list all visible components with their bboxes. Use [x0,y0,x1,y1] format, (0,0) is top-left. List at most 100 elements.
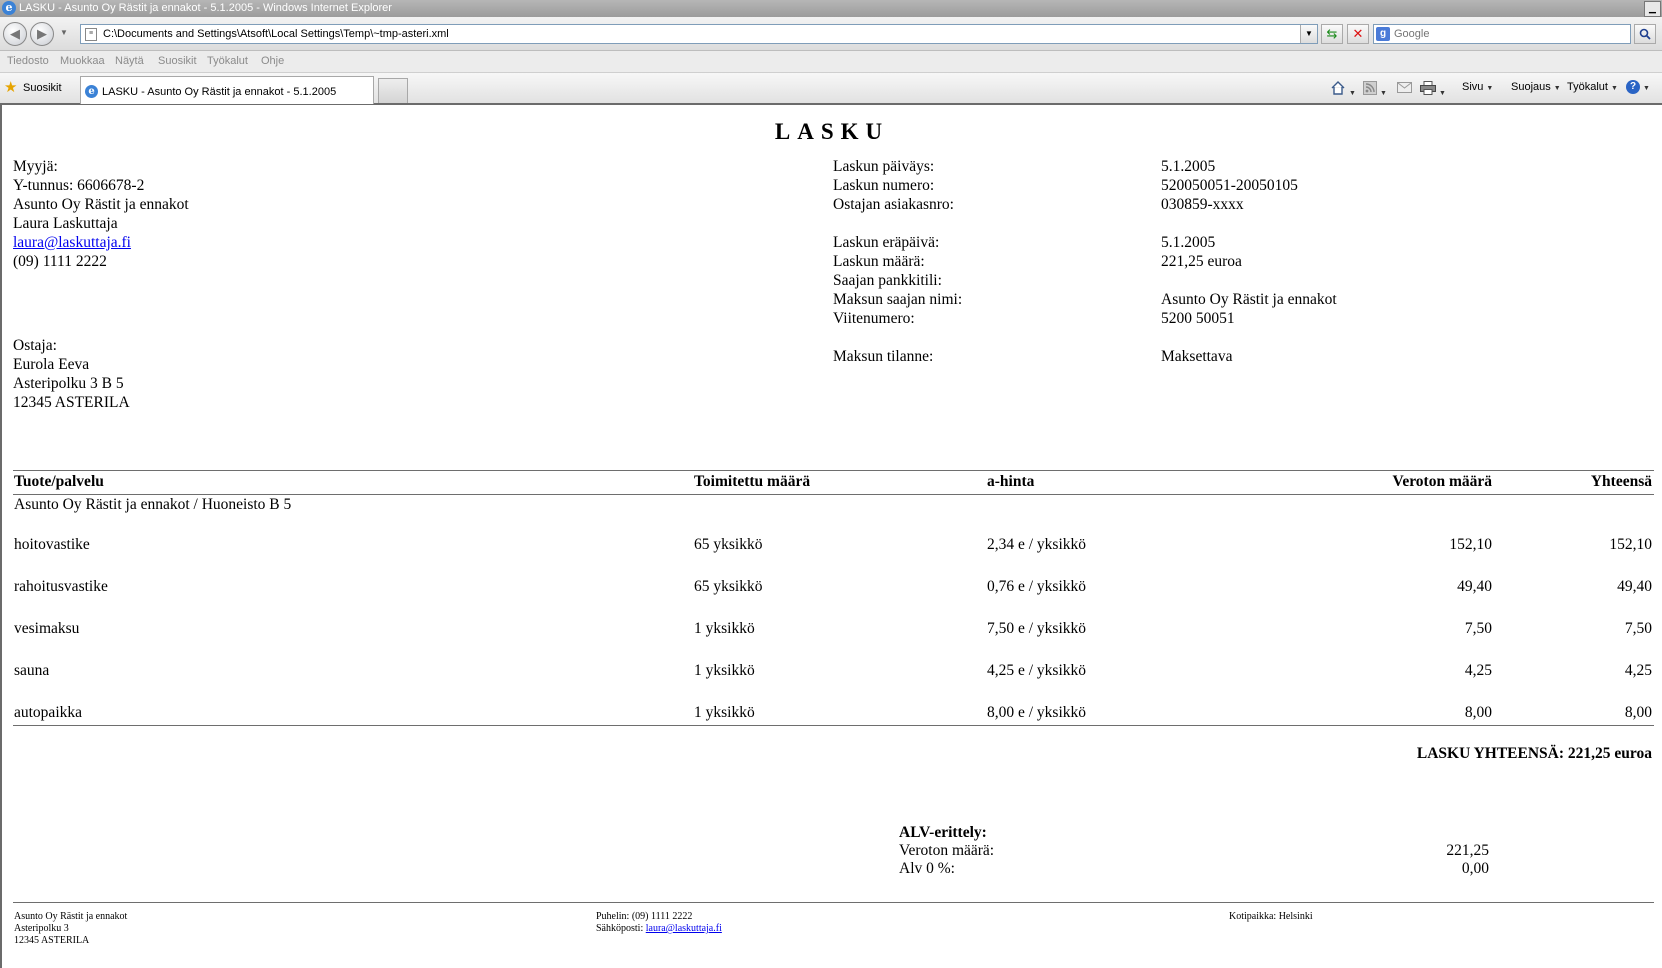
invoice-details-labels: Laskun päiväys: Laskun numero: Ostajan a… [833,157,962,366]
detail-label-status: Maksun tilanne: [833,348,934,365]
row-total: 4,25 [1624,662,1652,679]
help-dropdown-icon: ▼ [1643,84,1650,92]
col-header-product: Tuote/palvelu [14,473,104,490]
row-total: 7,50 [1624,620,1652,637]
help-button[interactable]: ? ▼ [1626,80,1650,94]
detail-value-bank-account [1161,271,1337,290]
home-dropdown-icon[interactable]: ▼ [1349,90,1356,97]
seller-company: Asunto Oy Rästit ja ennakot [13,196,189,213]
invoice-title: LASKU [774,119,890,144]
vat-net-label: Veroton määrä: [899,842,995,859]
detail-label-customer-no: Ostajan asiakasnro: [833,196,954,213]
menu-help[interactable]: Ohje [261,55,284,67]
seller-phone: (09) 1111 2222 [13,253,107,270]
url-field[interactable]: ≡ C:\Documents and Settings\Atsoft\Local… [80,24,1318,44]
detail-label-reference: Viitenumero: [833,310,915,327]
refresh-button[interactable]: ⇆ [1321,24,1343,44]
history-dropdown-icon[interactable]: ▼ [60,28,68,37]
detail-value-number: 520050051-20050105 [1161,177,1298,194]
printer-icon [1420,81,1436,95]
detail-label-amount: Laskun määrä: [833,253,925,270]
detail-value-amount: 221,25 euroa [1161,253,1242,270]
menu-edit[interactable]: Muokkaa [60,55,105,67]
footer-email-label: Sähköposti: [596,923,644,934]
favorites-bar: ★ Suosikit e LASKU - Asunto Oy Rästit ja… [0,73,1662,105]
footer-email-link[interactable]: laura@laskuttaja.fi [646,923,722,934]
page-menu-dropdown-icon: ▼ [1486,85,1494,92]
menu-tools[interactable]: Työkalut [207,55,248,67]
favorites-button[interactable]: Suosikit [23,82,62,94]
detail-value-reference: 5200 50051 [1161,310,1235,327]
forward-arrow-icon: ▶ [37,26,47,41]
footer-phone: Puhelin: (09) 1111 2222 [596,911,693,922]
seller-heading: Myyjä: [13,158,58,175]
vat-heading: ALV-erittely: [899,824,987,841]
page-icon: ≡ [85,28,97,41]
row-total: 152,10 [1609,536,1652,553]
row-quantity: 1 yksikkö [694,704,755,721]
vat-net-value: 221,25 [1446,842,1489,859]
search-input[interactable] [1394,26,1624,42]
footer-company: Asunto Oy Rästit ja ennakot [14,911,128,922]
ie-logo-icon: e [2,1,16,15]
detail-value-date: 5.1.2005 [1161,158,1216,175]
url-text[interactable]: C:\Documents and Settings\Atsoft\Local S… [103,25,449,43]
buyer-street: Asteripolku 3 B 5 [13,375,124,392]
row-quantity: 65 yksikkö [694,536,763,553]
detail-label-bank-account: Saajan pankkitili: [833,272,942,289]
back-button[interactable]: ◀ [3,22,27,46]
footer-postal: 12345 ASTERILA [14,935,90,946]
feeds-button[interactable]: ▼ [1363,81,1387,98]
security-menu-button[interactable]: Suojaus ▼ [1511,81,1561,93]
tab-title: LASKU - Asunto Oy Rästit ja ennakot - 5.… [102,86,337,98]
print-dropdown-icon[interactable]: ▼ [1439,90,1446,97]
table-header-rule [13,494,1654,495]
minimize-button[interactable]: ▁ [1644,1,1661,17]
row-unit-price: 0,76 e / yksikkö [987,578,1087,595]
table-group-label: Asunto Oy Rästit ja ennakot / Huoneisto … [14,496,292,513]
url-dropdown-button[interactable]: ▼ [1300,25,1317,43]
stop-icon: ✕ [1352,26,1364,41]
col-header-total: Yhteensä [1590,473,1652,490]
buyer-postal: 12345 ASTERILA [13,394,130,411]
footer-contact: Puhelin: (09) 1111 2222 Sähköposti: laur… [596,911,722,935]
print-button[interactable]: ▼ [1420,81,1446,98]
buyer-block: Ostaja: Eurola Eeva Asteripolku 3 B 5 12… [13,336,130,412]
forward-button[interactable]: ▶ [30,22,54,46]
row-product: sauna [14,662,50,679]
new-tab-button[interactable] [378,78,408,103]
tools-menu-button[interactable]: Työkalut ▼ [1567,81,1618,93]
home-icon [1331,81,1345,95]
table-bottom-rule [13,725,1654,726]
invoice-grand-total: LASKU YHTEENSÄ: 221,25 euroa [1416,745,1652,762]
page-menu-label: Sivu [1462,81,1484,93]
row-product: rahoitusvastike [14,578,108,595]
refresh-icon: ⇆ [1326,26,1338,41]
footer-address: Asunto Oy Rästit ja ennakot Asteripolku … [14,911,127,947]
footer-street: Asteripolku 3 [14,923,69,934]
menu-view[interactable]: Näytä [115,55,144,67]
page-menu-button[interactable]: Sivu ▼ [1462,81,1493,93]
tab-active[interactable]: e LASKU - Asunto Oy Rästit ja ennakot - … [80,76,374,104]
detail-value-payee-name: Asunto Oy Rästit ja ennakot [1161,291,1337,308]
mail-button[interactable] [1397,81,1412,96]
footer-domicile: Kotipaikka: Helsinki [1229,911,1313,922]
invoice-details-values: 5.1.2005 520050051-20050105 030859-xxxx … [1161,157,1337,366]
stop-button[interactable]: ✕ [1347,24,1369,44]
seller-email-link[interactable]: laura@laskuttaja.fi [13,234,131,251]
home-button[interactable]: ▼ [1330,81,1356,98]
col-header-quantity: Toimitettu määrä [694,473,811,490]
google-icon: g [1376,27,1390,41]
search-box[interactable]: g [1373,24,1631,44]
favorites-star-icon[interactable]: ★ [4,80,17,95]
window-title: LASKU - Asunto Oy Rästit ja ennakot - 5.… [19,2,392,14]
menu-favorites[interactable]: Suosikit [158,55,197,67]
tab-ie-icon: e [85,85,98,98]
feeds-dropdown-icon[interactable]: ▼ [1380,90,1387,97]
table-top-rule [13,470,1654,471]
menu-file[interactable]: Tiedosto [7,55,49,67]
search-button[interactable] [1634,24,1656,44]
rss-feed-icon [1363,81,1377,95]
detail-label-number: Laskun numero: [833,177,935,194]
address-bar: ◀ ▶ ▼ ≡ C:\Documents and Settings\Atsoft… [0,17,1662,51]
